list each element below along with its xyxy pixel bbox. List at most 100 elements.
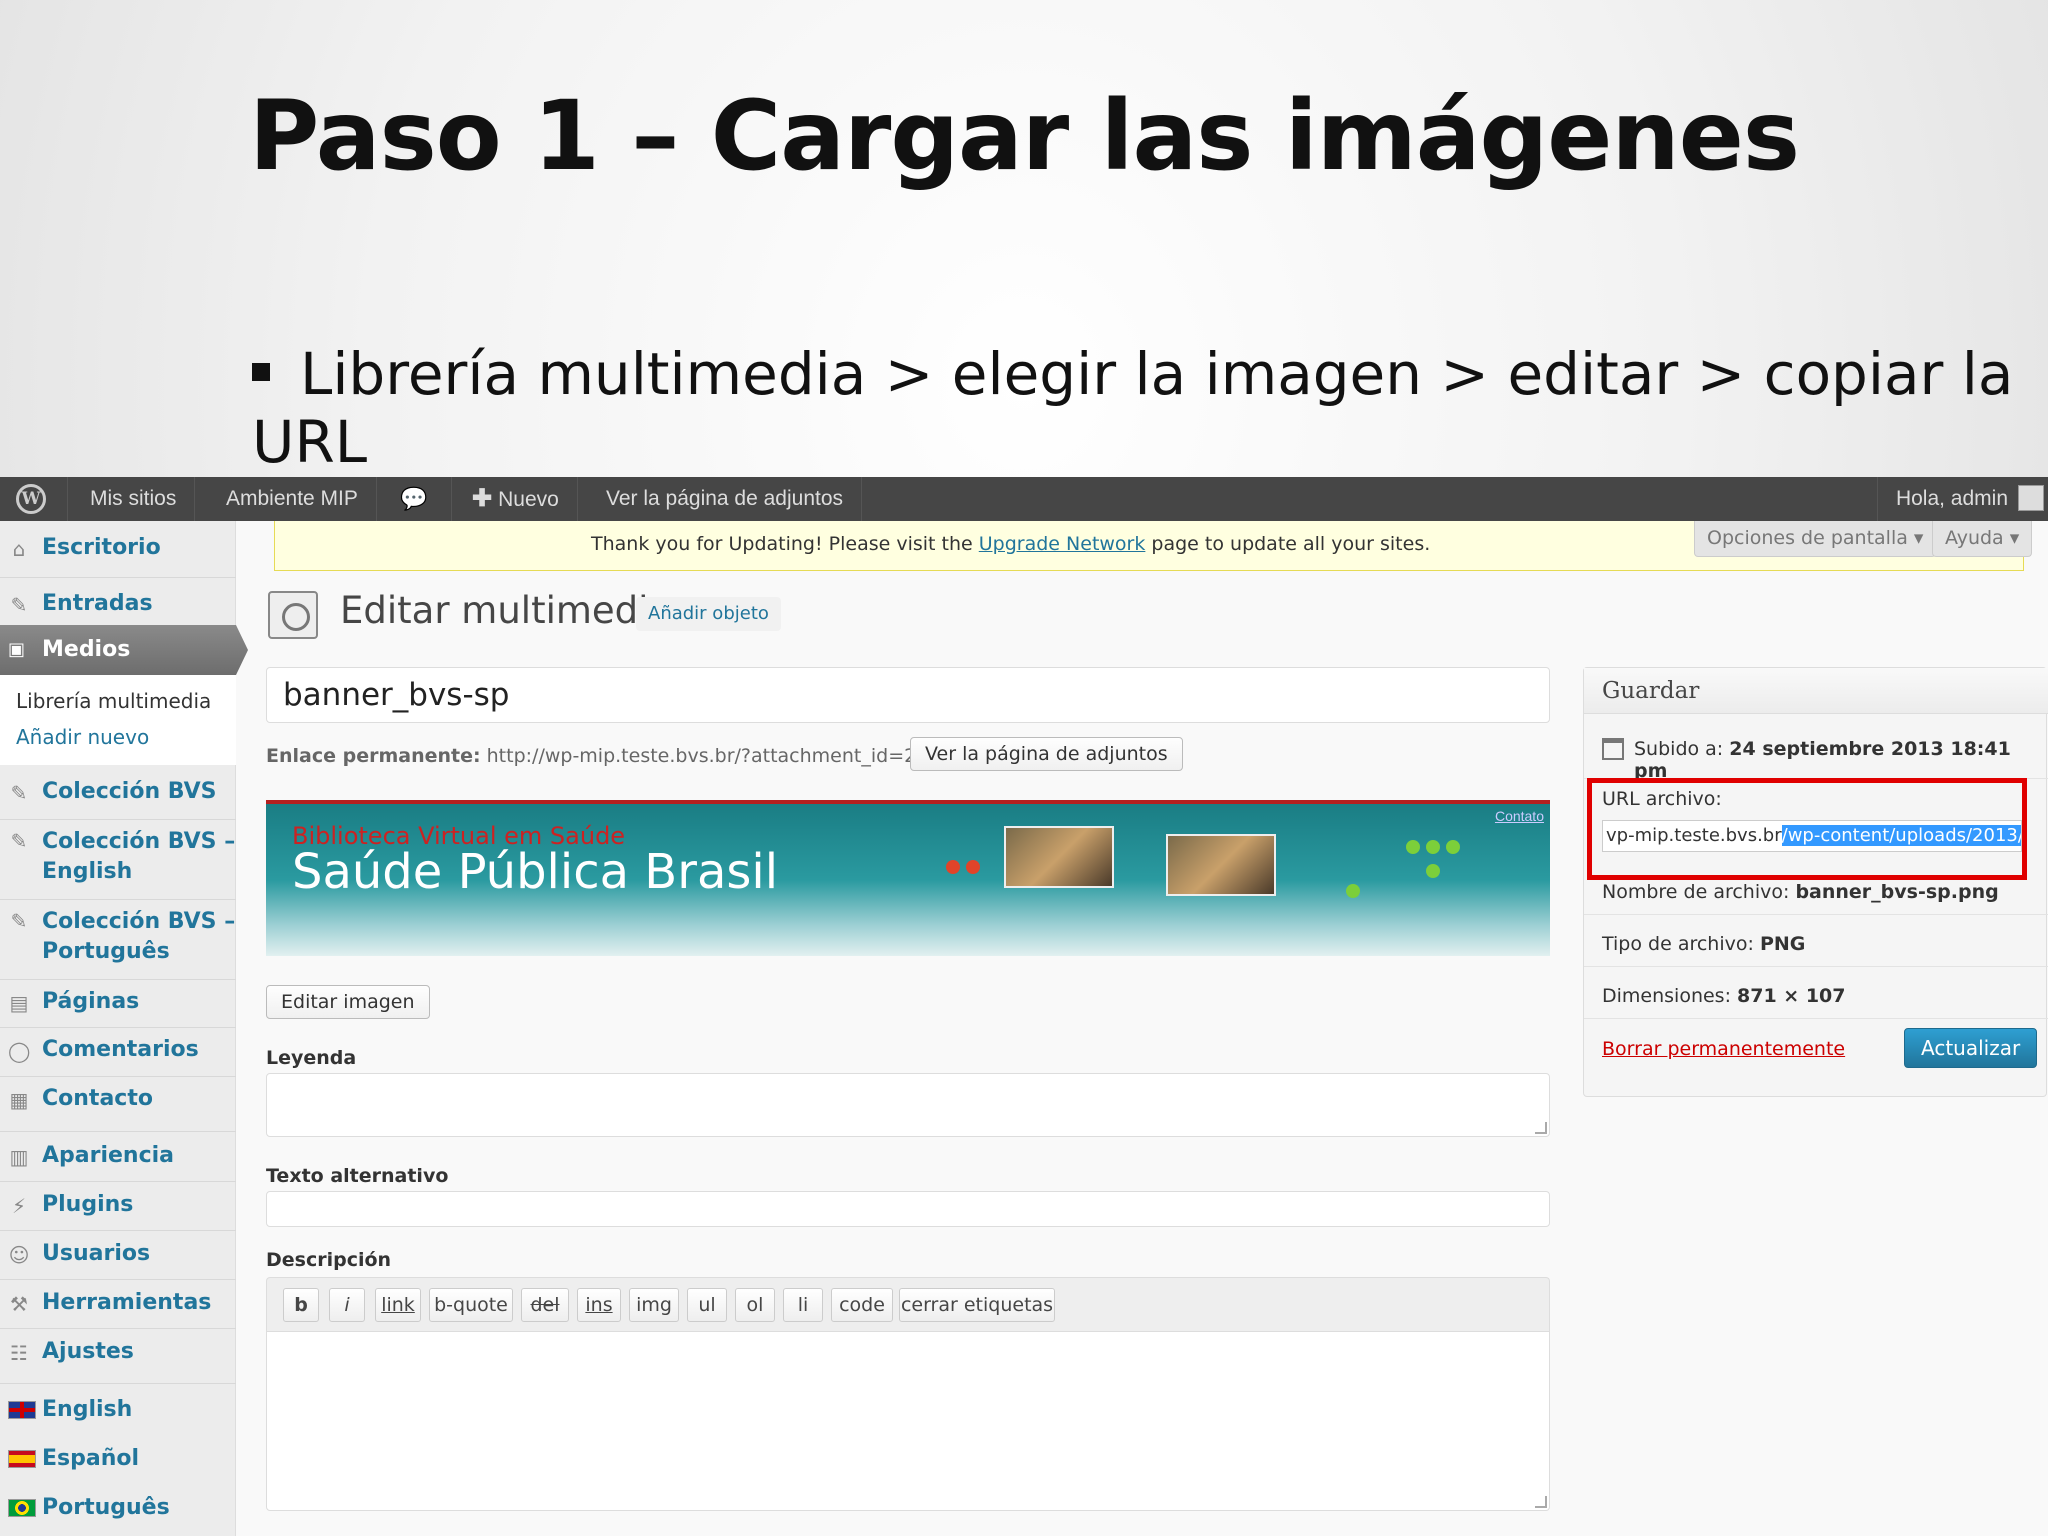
quicktag-bquote-button[interactable]: b-quote [429, 1288, 513, 1322]
sidebar-item-posts[interactable]: ✎ Entradas [0, 591, 236, 616]
sidebar-item-label: Colección BVS – [42, 909, 236, 934]
resize-handle-icon[interactable] [1535, 1496, 1547, 1508]
submenu-item-library[interactable]: Librería multimedia [16, 689, 211, 713]
sidebar-item-coleccion-bvs-portugues[interactable]: ✎ Colección BVS – Português [0, 907, 236, 967]
quicktag-code-button[interactable]: code [831, 1288, 893, 1322]
submenu-item-add-new[interactable]: Añadir nuevo [16, 725, 149, 749]
view-attachment-page-button[interactable]: Ver la página de adjuntos [910, 737, 1183, 771]
sidebar-item-label: Comentarios [42, 1037, 199, 1062]
sidebar-item-label: Contacto [42, 1086, 153, 1111]
sidebar-item-label: Entradas [42, 591, 153, 616]
home-icon: ⌂ [12, 537, 26, 561]
notice-text: Thank you for Updating! Please visit the [591, 533, 979, 555]
sidebar-item-pages[interactable]: ▤ Páginas [0, 989, 236, 1014]
quicktag-link-button[interactable]: link [375, 1288, 421, 1322]
caption-textarea[interactable] [266, 1073, 1550, 1137]
quicktag-italic-button[interactable]: i [329, 1288, 365, 1322]
delete-permanently-link[interactable]: Borrar permanentemente [1602, 1038, 1845, 1060]
camera-icon: ▣ [8, 639, 26, 660]
caption-label: Leyenda [266, 1047, 357, 1069]
sidebar-item-coleccion-bvs[interactable]: ✎ Colección BVS [0, 779, 236, 804]
my-account-menu[interactable]: Hola, admin [1876, 477, 2048, 521]
quicktag-ul-button[interactable]: ul [687, 1288, 727, 1322]
pages-icon: ▤ [9, 991, 29, 1015]
help-tab[interactable]: Ayuda ▾ [1932, 521, 2033, 557]
settings-icon: ☷ [10, 1341, 28, 1365]
sidebar-item-media[interactable]: ▣ Medios [0, 625, 248, 675]
new-content-menu[interactable]: ✚ Nuevo [454, 477, 578, 521]
sidebar-item-lang-portugues[interactable]: Português [0, 1495, 236, 1520]
alt-text-input[interactable] [266, 1191, 1550, 1227]
quicktag-close-tags-button[interactable]: cerrar etiquetas [899, 1288, 1055, 1322]
media-submenu: Librería multimedia Añadir nuevo [0, 675, 236, 765]
row-separator [1584, 1018, 2048, 1019]
greeting: Hola, admin [1895, 487, 2008, 510]
sidebar-item-coleccion-bvs-english[interactable]: ✎ Colección BVS – English [0, 827, 236, 887]
menu-separator [0, 1279, 236, 1280]
resize-handle-icon[interactable] [1535, 1122, 1547, 1134]
quicktag-ol-button[interactable]: ol [735, 1288, 775, 1322]
menu-separator [0, 819, 236, 820]
tools-icon: ⚒ [10, 1292, 28, 1316]
file-type-value: PNG [1759, 933, 1806, 955]
banner-dot [966, 860, 980, 874]
sidebar-item-appearance[interactable]: ▥ Apariencia [0, 1143, 236, 1168]
comment-bubble-icon: 💬 [400, 486, 428, 511]
menu-separator [0, 577, 236, 578]
sidebar-item-label: Colección BVS – [42, 829, 236, 854]
sidebar-item-comments[interactable]: ◯ Comentarios [0, 1037, 236, 1062]
file-type: Tipo de archivo: PNG [1602, 933, 1805, 955]
quicktag-del-button[interactable]: del [521, 1288, 569, 1322]
comments-menu[interactable]: 💬 [382, 477, 452, 521]
update-button[interactable]: Actualizar [1904, 1028, 2038, 1068]
upgrade-network-link[interactable]: Upgrade Network [979, 533, 1146, 555]
sidebar-item-tools[interactable]: ⚒ Herramientas [0, 1290, 236, 1315]
edit-image-button[interactable]: Editar imagen [266, 985, 430, 1019]
plug-icon: ⚡ [11, 1194, 27, 1218]
banner-dot [1446, 840, 1460, 854]
page-title: Editar multimedia [340, 589, 672, 632]
uploaded-on: Subido a: 24 septiembre 2013 18:41 pm [1634, 738, 2046, 782]
sidebar-item-label: Medios [42, 637, 131, 662]
sidebar-item-lang-espanol[interactable]: Español [0, 1446, 236, 1471]
sidebar-item-label: Português [42, 1495, 170, 1520]
dimensions-label: Dimensiones: [1602, 985, 1738, 1007]
my-sites-menu[interactable]: Mis sitios [72, 477, 196, 521]
title-input[interactable]: banner_bvs-sp [266, 667, 1550, 723]
quicktag-ins-button[interactable]: ins [577, 1288, 621, 1322]
quicktag-img-button[interactable]: img [629, 1288, 679, 1322]
admin-sidebar: ⌂ Escritorio ✎ Entradas ▣ Medios Librería m… [0, 521, 248, 1536]
menu-separator [0, 979, 236, 980]
sidebar-item-label: Herramientas [42, 1290, 212, 1315]
calendar-icon [1602, 738, 1624, 760]
banner-photo [1004, 826, 1114, 888]
quicktag-bold-button[interactable]: b [283, 1288, 319, 1322]
quicktag-li-button[interactable]: li [783, 1288, 823, 1322]
description-textarea[interactable] [266, 1331, 1550, 1511]
add-object-button[interactable]: Añadir objeto [636, 597, 781, 631]
dimensions: Dimensiones: 871 × 107 [1602, 985, 1846, 1007]
banner-dot [1426, 864, 1440, 878]
sidebar-item-contact[interactable]: ▦ Contacto [0, 1086, 236, 1111]
permalink-label: Enlace permanente: [266, 745, 481, 767]
wp-logo-menu[interactable]: W [0, 477, 68, 521]
brazil-flag-icon [8, 1499, 36, 1517]
wordpress-screenshot: W Mis sitios Ambiente MIP 💬 ✚ Nuevo Ver l… [0, 477, 2048, 1536]
admin-bar: W Mis sitios Ambiente MIP 💬 ✚ Nuevo Ver l… [0, 477, 2048, 521]
sidebar-item-dashboard[interactable]: ⌂ Escritorio [0, 535, 236, 560]
pin-icon: ✎ [10, 909, 28, 933]
screen-options-tab[interactable]: Opciones de pantalla ▾ [1694, 521, 1937, 557]
avatar [2018, 485, 2044, 511]
sidebar-item-settings[interactable]: ☷ Ajustes [0, 1339, 236, 1364]
view-attachment-menu[interactable]: Ver la página de adjuntos [588, 477, 863, 521]
sidebar-item-plugins[interactable]: ⚡ Plugins [0, 1192, 236, 1217]
pin-icon: ✎ [10, 593, 28, 617]
save-metabox: Guardar Subido a: 24 septiembre 2013 18:… [1583, 667, 2048, 1097]
site-name-menu[interactable]: Ambiente MIP [208, 477, 377, 521]
appearance-icon: ▥ [9, 1145, 29, 1169]
sidebar-item-lang-english[interactable]: English [0, 1397, 236, 1422]
sidebar-item-users[interactable]: ☺ Usuarios [0, 1241, 236, 1266]
description-label: Descripción [266, 1249, 392, 1271]
menu-separator [0, 1131, 236, 1132]
users-icon: ☺ [8, 1243, 30, 1267]
